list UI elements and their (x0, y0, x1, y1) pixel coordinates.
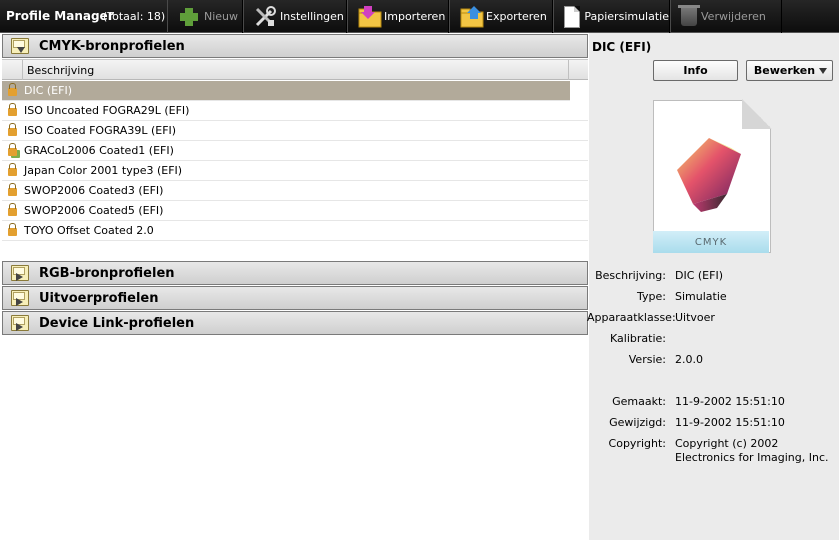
section-device-link-label: Device Link-profielen (39, 315, 195, 331)
lock-icon (8, 83, 17, 96)
chevron-down-icon (819, 68, 827, 74)
profile-list-pane: CMYK-bronprofielen Beschrijving DIC (EFI… (0, 33, 589, 540)
lock-icon (8, 143, 17, 156)
list-item-label: ISO Coated FOGRA39L (EFI) (24, 124, 177, 137)
column-divider (568, 60, 569, 80)
settings-button-label: Instellingen (280, 10, 344, 23)
delete-button[interactable]: Verwijderen (670, 0, 782, 33)
modified-label: Gewijzigd: (609, 416, 666, 429)
section-rgb-source[interactable]: RGB-bronprofielen (2, 261, 588, 285)
paper-simulation-label: Papiersimulatie (584, 10, 669, 23)
section-cmyk-source[interactable]: CMYK-bronprofielen (2, 34, 588, 58)
device-class-value: Uitvoer (675, 311, 715, 324)
type-label: Type: (637, 290, 666, 303)
description-label: Beschrijving: (595, 269, 666, 282)
section-output-label: Uitvoerprofielen (39, 290, 159, 306)
lock-icon (8, 183, 17, 196)
device-class-label: Apparaatklasse: (587, 311, 676, 324)
created-value: 11-9-2002 15:51:10 (675, 395, 785, 408)
column-description-label: Beschrijving (27, 64, 95, 77)
profile-title: DIC (EFI) (592, 40, 652, 54)
section-device-link[interactable]: Device Link-profielen (2, 311, 588, 335)
folder-icon (11, 265, 29, 281)
profile-list: DIC (EFI) ISO Uncoated FOGRA29L (EFI) IS… (2, 81, 588, 241)
created-label: Gemaakt: (612, 395, 666, 408)
profile-thumbnail: CMYK (653, 99, 772, 253)
import-button-label: Importeren (384, 10, 446, 23)
list-item[interactable]: Japan Color 2001 type3 (EFI) (2, 161, 588, 181)
new-button-label: Nieuw (204, 10, 239, 23)
lock-icon (8, 103, 17, 116)
color-gamut-icon (677, 138, 741, 212)
list-item-label: Japan Color 2001 type3 (EFI) (24, 164, 183, 177)
folder-icon (11, 290, 29, 306)
export-button[interactable]: Exporteren (449, 0, 553, 33)
page-fold (742, 99, 772, 129)
section-output[interactable]: Uitvoerprofielen (2, 286, 588, 310)
version-label: Versie: (628, 353, 666, 366)
copyright-value: Copyright (c) 2002 Electronics for Imagi… (675, 437, 829, 464)
list-item-label: SWOP2006 Coated5 (EFI) (24, 204, 164, 217)
edit-button-label: Bewerken (753, 64, 816, 77)
lock-icon (8, 163, 17, 176)
list-item-label: GRACoL2006 Coated1 (EFI) (24, 144, 174, 157)
list-item[interactable]: TOYO Offset Coated 2.0 (2, 221, 588, 241)
copyright-label: Copyright: (608, 437, 666, 450)
export-button-label: Exporteren (486, 10, 547, 23)
description-value: DIC (EFI) (675, 269, 723, 282)
import-button[interactable]: Importeren (347, 0, 449, 33)
list-item-label: SWOP2006 Coated3 (EFI) (24, 184, 164, 197)
color-space-label: CMYK (653, 231, 769, 253)
toolbar: Profile Manager (Totaal: 18) Nieuw Inste… (0, 0, 839, 33)
edit-button[interactable]: Bewerken (746, 60, 833, 81)
info-button[interactable]: Info (653, 60, 738, 81)
section-rgb-label: RGB-bronprofielen (39, 265, 175, 281)
new-button[interactable]: Nieuw (167, 0, 243, 33)
column-header[interactable]: Beschrijving (2, 59, 588, 80)
list-item[interactable]: SWOP2006 Coated3 (EFI) (2, 181, 588, 201)
section-cmyk-label: CMYK-bronprofielen (39, 38, 185, 54)
list-item-label: TOYO Offset Coated 2.0 (24, 224, 154, 237)
settings-button[interactable]: Instellingen (243, 0, 347, 33)
folder-icon (11, 38, 29, 54)
calibration-label: Kalibratie: (610, 332, 666, 345)
tools-icon (254, 5, 276, 28)
profile-count: (Totaal: 18) (103, 10, 166, 23)
lock-icon (8, 223, 17, 236)
plus-icon (178, 6, 200, 28)
paper-simulation-button[interactable]: Papiersimulatie (553, 0, 670, 33)
version-value: 2.0.0 (675, 353, 703, 366)
app-title: Profile Manager (6, 9, 114, 23)
list-item[interactable]: SWOP2006 Coated5 (EFI) (2, 201, 588, 221)
column-divider (22, 60, 23, 80)
lock-icon (8, 203, 17, 216)
lock-icon (8, 123, 17, 136)
list-item-label: DIC (EFI) (24, 84, 72, 97)
document-icon (564, 5, 581, 28)
export-folder-icon (460, 5, 484, 28)
list-item-label: ISO Uncoated FOGRA29L (EFI) (24, 104, 190, 117)
import-folder-icon (358, 5, 382, 28)
delete-button-label: Verwijderen (701, 10, 766, 23)
list-item[interactable]: GRACoL2006 Coated1 (EFI) (2, 141, 588, 161)
type-value: Simulatie (675, 290, 727, 303)
list-item[interactable]: DIC (EFI) (2, 81, 570, 101)
details-pane: DIC (EFI) Info Bewerken CMYK Beschrijvin… (587, 33, 839, 540)
modified-value: 11-9-2002 15:51:10 (675, 416, 785, 429)
folder-icon (11, 315, 29, 331)
trash-icon (678, 4, 700, 26)
list-item[interactable]: ISO Uncoated FOGRA29L (EFI) (2, 101, 588, 121)
list-item[interactable]: ISO Coated FOGRA39L (EFI) (2, 121, 588, 141)
